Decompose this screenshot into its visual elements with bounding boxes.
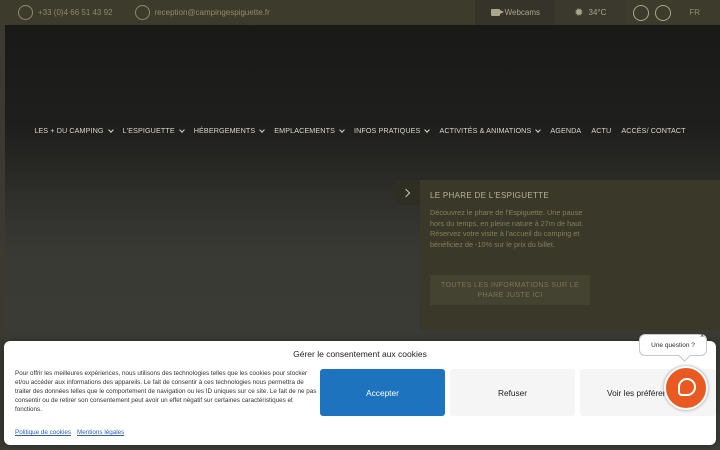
nav-item-infos-pratiques[interactable]: INFOS PRATIQUES: [354, 124, 431, 137]
nav-item-emplacements[interactable]: EMPLACEMENTS: [274, 124, 345, 137]
language-selector[interactable]: FR: [679, 0, 720, 25]
email-icon: [134, 5, 150, 20]
nav-item-les-plus[interactable]: LES + DU CAMPING: [34, 124, 114, 137]
chevron-right-icon: [401, 188, 411, 197]
phone-icon: [18, 5, 33, 20]
camera-icon: [490, 9, 504, 16]
chat-button[interactable]: [664, 366, 708, 410]
webcams-link[interactable]: Webcams: [475, 0, 556, 25]
panel-title: LE PHARE DE L'ESPIGUETTE: [430, 191, 549, 200]
chevron-down-icon: [424, 126, 431, 133]
webcams-label: Webcams: [504, 8, 541, 17]
nav-item-hebergements[interactable]: HÉBERGEMENTS: [194, 124, 266, 137]
cookie-banner: Gérer le consentement aux cookies Pour o…: [4, 341, 716, 445]
main-nav: LES + DU CAMPING L'ESPIGUETTE HÉBERGEMEN…: [0, 124, 720, 137]
social-links: [625, 0, 680, 25]
weather-widget: ✹ 34°C: [555, 0, 626, 25]
facebook-icon[interactable]: [633, 4, 650, 21]
cookie-title: Gérer le consentement aux cookies: [293, 349, 427, 359]
top-bar: +33 (0)4 66 51 43 92 reception@campinges…: [0, 0, 720, 25]
chevron-down-icon: [535, 126, 542, 133]
email-contact[interactable]: reception@campingespiguette.fr: [113, 5, 270, 20]
chat-bubble-text: Une question ?: [651, 341, 695, 349]
panel-cta-button[interactable]: TOUTES LES INFORMATIONS SUR LE PHARE JUS…: [430, 275, 590, 305]
chevron-down-icon: [339, 126, 345, 133]
phone-contact[interactable]: +33 (0)4 66 51 43 92: [0, 5, 113, 20]
accept-button[interactable]: Accepter: [320, 369, 445, 416]
refuse-button[interactable]: Refuser: [450, 369, 575, 416]
cookie-links: Politique de cookies Mentions légales: [15, 429, 124, 436]
temperature: 34°C: [588, 8, 607, 17]
email-address[interactable]: reception@campingespiguette.fr: [155, 8, 270, 17]
panel-toggle-button[interactable]: [395, 180, 420, 205]
nav-item-acces-contact[interactable]: ACCÈS/ CONTACT: [621, 124, 685, 137]
language-label: FR: [689, 8, 700, 17]
chevron-down-icon: [107, 126, 114, 133]
nav-item-agenda[interactable]: AGENDA: [550, 124, 581, 137]
nav-item-activites[interactable]: ACTIVITÉS & ANIMATIONS: [439, 124, 542, 137]
instagram-icon[interactable]: [655, 4, 672, 21]
topbar-right: Webcams ✹ 34°C FR: [475, 0, 720, 25]
sun-icon: ✹: [574, 7, 584, 19]
chevron-down-icon: [259, 126, 266, 133]
phone-number[interactable]: +33 (0)4 66 51 43 92: [38, 8, 113, 17]
close-icon[interactable]: ×: [697, 332, 707, 342]
cookie-description: Pour offrir les meilleures expériences, …: [15, 370, 317, 414]
lighthouse-panel: LE PHARE DE L'ESPIGUETTE Découvrez le ph…: [420, 180, 720, 330]
chevron-down-icon: [178, 126, 185, 133]
legal-notice-link[interactable]: Mentions légales: [77, 429, 124, 436]
nav-item-actu[interactable]: ACTU: [591, 124, 611, 137]
nav-item-espiguette[interactable]: L'ESPIGUETTE: [123, 124, 185, 137]
chat-icon: [678, 378, 696, 396]
cookie-policy-link[interactable]: Politique de cookies: [15, 429, 71, 436]
panel-text: Découvrez le phare de l'Espiguette. Une …: [430, 208, 584, 249]
